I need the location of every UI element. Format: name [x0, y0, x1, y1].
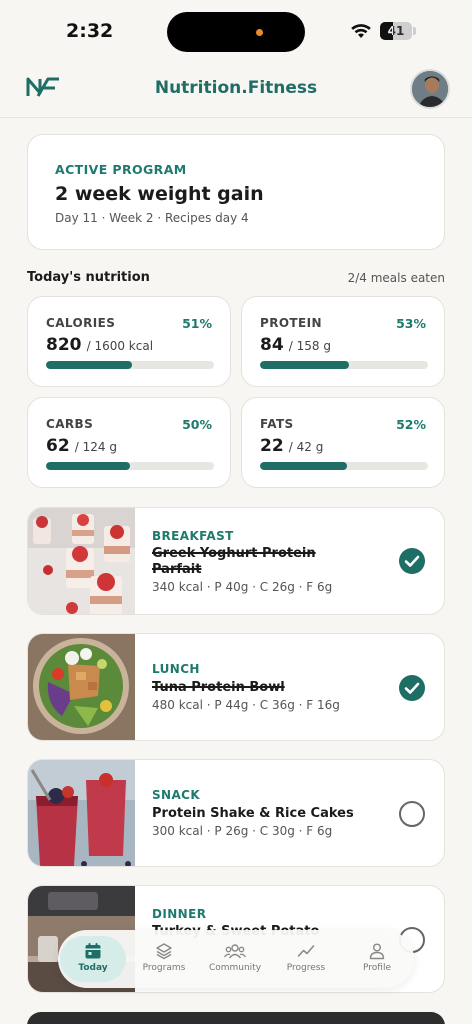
- macro-target: / 42 g: [288, 440, 324, 454]
- active-program-card[interactable]: ACTIVE PROGRAM 2 week weight gain Day 11…: [27, 134, 445, 250]
- meal-photo-shake: [28, 760, 135, 866]
- tab-label: Community: [208, 963, 262, 973]
- checkmark-icon: [404, 555, 420, 567]
- macro-value: 62 / 124 g: [46, 436, 117, 456]
- bottom-tab-bar: Today Programs Community Progress Profil…: [58, 930, 414, 988]
- next-card-peek: [27, 1012, 445, 1024]
- macro-progress-fill: [46, 361, 132, 369]
- shake-photo-icon: [28, 760, 135, 866]
- macro-progress-bar: [260, 462, 428, 470]
- nutrition-section-title: Today's nutrition: [27, 270, 150, 285]
- macro-value: 84 / 158 g: [260, 335, 331, 355]
- trend-icon: [297, 945, 315, 957]
- program-title: 2 week weight gain: [55, 183, 264, 205]
- parfait-photo-icon: [28, 508, 135, 614]
- wifi-icon: [351, 24, 371, 38]
- tab-label: Programs: [142, 963, 186, 973]
- calendar-icon: [85, 943, 101, 959]
- macro-amount: 820: [46, 335, 82, 355]
- meal-macros: 340 kcal · P 40g · C 26g · F 6g: [152, 580, 333, 594]
- person-icon: [369, 943, 385, 960]
- app-title: Nutrition.Fitness: [154, 78, 318, 98]
- meal-type: DINNER: [152, 907, 207, 921]
- avatar-photo-icon: [412, 71, 448, 107]
- macro-amount: 22: [260, 436, 284, 456]
- meal-type: SNACK: [152, 788, 201, 802]
- meal-type: LUNCH: [152, 662, 200, 676]
- macro-progress-fill: [46, 462, 130, 470]
- profile-avatar[interactable]: [410, 69, 450, 109]
- meal-done-checkbox[interactable]: [399, 548, 425, 574]
- macro-progress-bar: [260, 361, 428, 369]
- meal-photo-parfait: [28, 508, 135, 614]
- program-label: ACTIVE PROGRAM: [55, 162, 187, 177]
- recording-indicator-icon: [256, 29, 263, 36]
- battery-level: 41: [387, 24, 405, 38]
- tab-label: Progress: [286, 963, 326, 973]
- tab-label: Profile: [363, 963, 391, 973]
- tab-profile[interactable]: Profile: [344, 936, 410, 982]
- macro-target: / 1600 kcal: [86, 339, 154, 353]
- macro-amount: 84: [260, 335, 284, 355]
- meal-done-checkbox[interactable]: [399, 675, 425, 701]
- macro-progress-bar: [46, 361, 214, 369]
- status-time: 2:32: [66, 20, 114, 42]
- macro-card-fats: FATS 52% 22 / 42 g: [241, 397, 445, 488]
- people-icon: [224, 944, 246, 959]
- macro-value: 22 / 42 g: [260, 436, 323, 456]
- macro-card-protein: PROTEIN 53% 84 / 158 g: [241, 296, 445, 387]
- program-subtitle: Day 11 · Week 2 · Recipes day 4: [55, 211, 249, 225]
- meal-name: Greek Yoghurt Protein Parfait: [152, 546, 316, 577]
- meal-type: BREAKFAST: [152, 529, 234, 543]
- macro-name: FATS: [260, 417, 294, 431]
- macro-percent: 52%: [396, 417, 426, 432]
- macro-value: 820 / 1600 kcal: [46, 335, 153, 355]
- macro-name: PROTEIN: [260, 316, 322, 330]
- macro-amount: 62: [46, 436, 70, 456]
- tab-programs[interactable]: Programs: [131, 936, 197, 982]
- battery-cap: [413, 27, 416, 35]
- meal-macros: 480 kcal · P 44g · C 36g · F 16g: [152, 698, 340, 712]
- macro-card-carbs: CARBS 50% 62 / 124 g: [27, 397, 231, 488]
- meal-card-breakfast[interactable]: BREAKFAST Greek Yoghurt Protein Parfait …: [27, 507, 445, 615]
- tab-today[interactable]: Today: [60, 936, 126, 982]
- macro-percent: 53%: [396, 316, 426, 331]
- tab-progress[interactable]: Progress: [273, 936, 339, 982]
- meal-card-lunch[interactable]: LUNCH Tuna Protein Bowl 480 kcal · P 44g…: [27, 633, 445, 741]
- macro-name: CARBS: [46, 417, 94, 431]
- macro-percent: 51%: [182, 316, 212, 331]
- app-header: Nutrition.Fitness: [0, 62, 472, 118]
- meals-eaten-count: 2/4 meals eaten: [347, 271, 445, 285]
- meal-photo-tuna-bowl: [28, 634, 135, 740]
- tab-label: Today: [78, 963, 108, 973]
- tuna-bowl-photo-icon: [28, 634, 135, 740]
- meal-name: Protein Shake & Rice Cakes: [152, 806, 354, 821]
- status-bar: 2:32 41: [0, 0, 472, 62]
- macro-progress-bar: [46, 462, 214, 470]
- macro-card-calories: CALORIES 51% 820 / 1600 kcal: [27, 296, 231, 387]
- dynamic-island: [167, 12, 305, 52]
- meal-macros: 300 kcal · P 26g · C 30g · F 6g: [152, 824, 333, 838]
- layers-icon: [156, 943, 172, 960]
- macro-progress-fill: [260, 462, 348, 470]
- macro-name: CALORIES: [46, 316, 116, 330]
- macro-target: / 124 g: [74, 440, 117, 454]
- meal-name: Tuna Protein Bowl: [152, 680, 285, 695]
- tab-community[interactable]: Community: [202, 936, 268, 982]
- macro-percent: 50%: [182, 417, 212, 432]
- meal-done-checkbox[interactable]: [399, 801, 425, 827]
- macro-target: / 158 g: [288, 339, 331, 353]
- meal-card-snack[interactable]: SNACK Protein Shake & Rice Cakes 300 kca…: [27, 759, 445, 867]
- battery-icon: 41: [380, 22, 412, 40]
- macro-progress-fill: [260, 361, 350, 369]
- checkmark-icon: [404, 682, 420, 694]
